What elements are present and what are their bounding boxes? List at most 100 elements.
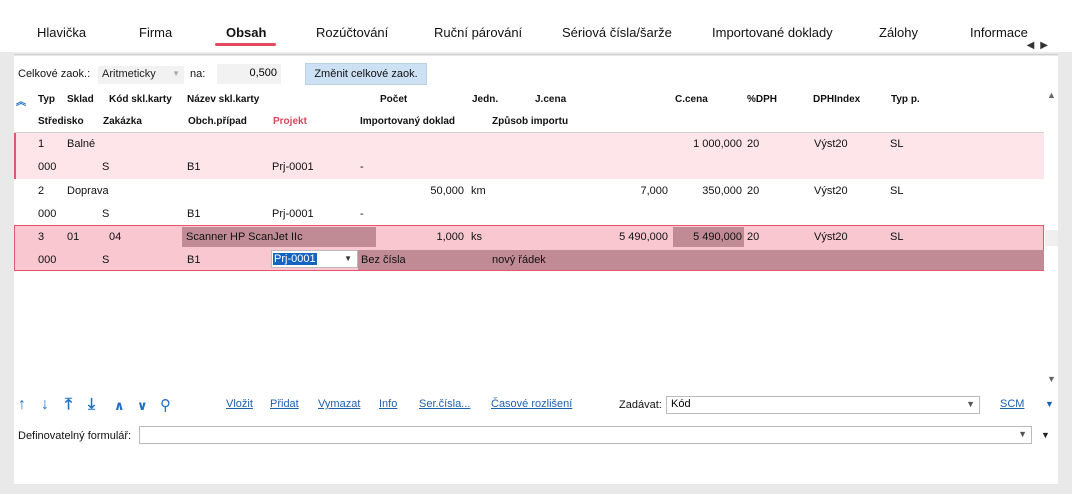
tab-firma[interactable]: Firma [139, 25, 172, 40]
row-kod: 04 [109, 231, 122, 243]
col-sklad[interactable]: Sklad [67, 94, 94, 105]
selected-cells-bottom-bg [358, 250, 1044, 270]
row-projekt: Prj-0001 [272, 161, 314, 173]
move-up-icon[interactable]: ↑ [18, 396, 26, 414]
col-kod[interactable]: Kód skl.karty [109, 94, 172, 105]
add-link[interactable]: Přidat [270, 398, 299, 410]
chevron-up-icon[interactable]: ∧ [114, 398, 125, 414]
move-down-icon[interactable]: ↓ [41, 396, 49, 414]
col-dph[interactable]: %DPH [747, 94, 777, 105]
zadavat-select[interactable]: Kód ▼ [666, 396, 980, 414]
col-jcena[interactable]: J.cena [535, 94, 566, 105]
row-import-doklad: - [360, 208, 364, 220]
col-ccena[interactable]: C.cena [675, 94, 708, 105]
chevron-down-icon[interactable]: ▼ [344, 254, 352, 263]
col-typ[interactable]: Typ [38, 94, 55, 105]
col-nazev[interactable]: Název skl.karty [187, 94, 259, 105]
row-stredisko: 000 [38, 208, 57, 220]
chevron-down-icon: ▼ [966, 399, 975, 409]
row-ccena: 5 490,000 [693, 231, 742, 243]
tab-scroll-arrows[interactable]: ◀▶ [1027, 40, 1054, 51]
table-row[interactable]: 1 Balné 1 000,000 20 Výst20 SL 000 S B1 … [14, 133, 1044, 179]
row-zpusob: nový řádek [492, 254, 546, 266]
search-icon[interactable]: ⚲ [160, 396, 171, 414]
row-typp: SL [890, 138, 904, 150]
change-rounding-button[interactable]: Změnit celkové zaok. [305, 63, 427, 85]
row-obch: B1 [187, 208, 201, 220]
tab-obsah[interactable]: Obsah [226, 25, 266, 40]
col-pocet[interactable]: Počet [380, 94, 407, 105]
row-stredisko: 000 [38, 161, 57, 173]
col-stredisko[interactable]: Středisko [38, 116, 84, 127]
scroll-down-icon[interactable]: ▼ [1047, 374, 1056, 384]
delete-link[interactable]: Vymazat [318, 398, 360, 410]
move-last-icon[interactable]: ⤓ [88, 396, 95, 414]
row-typp: SL [890, 185, 904, 197]
table-row[interactable]: 2 Doprava 50,000 km 7,000 350,000 20 Výs… [14, 180, 1044, 226]
tab-rucni-parovani[interactable]: Ruční párování [434, 25, 522, 40]
projekt-editor-value[interactable]: Prj-0001 [273, 253, 317, 265]
tab-scroll-left-icon[interactable]: ◀ [1027, 40, 1041, 51]
definable-form-select[interactable]: ▼ [139, 426, 1032, 444]
row-sklad: Balné [67, 138, 96, 150]
table-row-selected[interactable]: 3 01 04 Scanner HP ScanJet IIc 1,000 ks … [14, 225, 1044, 271]
content-panel: Celkové zaok.: Aritmeticky ▼ na: 0,500 Z… [14, 56, 1058, 484]
rounding-on-label: na: [190, 68, 206, 80]
row-jedn: km [471, 185, 486, 197]
info-link[interactable]: Info [379, 398, 397, 410]
expand-caret-icon[interactable]: ▼ [1045, 399, 1054, 409]
row-stredisko: 000 [38, 254, 57, 266]
tab-rozuctovani[interactable]: Rozúčtování [316, 25, 388, 40]
col-zakazka[interactable]: Zakázka [103, 116, 142, 127]
vertical-scrollbar[interactable]: ▲ ▼ [1045, 88, 1058, 388]
scm-link[interactable]: SCM [1000, 398, 1024, 410]
row-obch: B1 [187, 254, 201, 266]
row-typ: 1 [38, 138, 45, 150]
rounding-value-field[interactable]: 0,500 [217, 64, 281, 84]
row-pocet: 1,000 [436, 231, 464, 243]
chevron-down-icon[interactable]: ∨ [137, 398, 148, 414]
row-zakazka: S [102, 208, 110, 220]
zadavat-label: Zadávat: [619, 399, 662, 411]
row-nazev: Scanner HP ScanJet IIc [186, 231, 303, 243]
row-typ: 3 [38, 231, 45, 243]
serial-numbers-link[interactable]: Ser.čísla... [419, 398, 470, 410]
tab-hlavicka[interactable]: Hlavička [37, 25, 86, 40]
col-projekt[interactable]: Projekt [273, 116, 307, 127]
row-ccena: 350,000 [702, 185, 742, 197]
rounding-row: Celkové zaok.: Aritmeticky ▼ na: 0,500 Z… [14, 56, 1058, 88]
chevron-down-icon: ▼ [172, 69, 180, 78]
row-typp: SL [890, 231, 904, 243]
tab-scroll-right-icon[interactable]: ▶ [1040, 40, 1054, 51]
row-dphindex: Výst20 [814, 231, 848, 243]
row-import-doklad: Bez čísla [361, 254, 406, 266]
row-zakazka: S [102, 254, 110, 266]
tab-informace[interactable]: Informace [970, 25, 1028, 40]
tab-importovane-doklady[interactable]: Importované doklady [712, 25, 833, 40]
chevron-down-icon: ▼ [1018, 429, 1027, 439]
form-menu-caret-icon[interactable]: ▼ [1041, 430, 1050, 440]
col-import-doklad[interactable]: Importovaný doklad [360, 116, 455, 127]
scroll-thumb[interactable] [1045, 230, 1058, 246]
grid-toolbar: ↑ ↓ ⤒ ⤓ ∧ ∨ ⚲ Vložit Přidat Vymazat Info… [14, 394, 1058, 418]
tab-seriova-cisla[interactable]: Sériová čísla/šarže [562, 25, 672, 40]
scroll-up-icon[interactable]: ▲ [1047, 90, 1056, 100]
active-tab-indicator [215, 43, 276, 46]
projekt-editor[interactable]: Prj-0001 ▼ [271, 250, 358, 268]
col-obch[interactable]: Obch.případ [188, 116, 247, 127]
tab-zalohy[interactable]: Zálohy [879, 25, 918, 40]
row-typ: 2 [38, 185, 45, 197]
col-dphindex[interactable]: DPHIndex [813, 94, 860, 105]
rounding-method-select[interactable]: Aritmeticky ▼ [98, 66, 184, 84]
col-jedn[interactable]: Jedn. [472, 94, 498, 105]
collapse-double-chevron-icon[interactable]: ︽ [16, 98, 28, 114]
move-first-icon[interactable]: ⤒ [65, 396, 72, 414]
col-typp[interactable]: Typ p. [891, 94, 920, 105]
insert-link[interactable]: Vložit [226, 398, 253, 410]
row-obch: B1 [187, 161, 201, 173]
row-sklad: Doprava [67, 185, 109, 197]
definable-form-label: Definovatelný formulář: [18, 430, 132, 442]
rounding-method-value: Aritmeticky [102, 68, 156, 80]
time-allocation-link[interactable]: Časové rozlišení [491, 398, 572, 410]
col-zpusob[interactable]: Způsob importu [492, 116, 568, 127]
